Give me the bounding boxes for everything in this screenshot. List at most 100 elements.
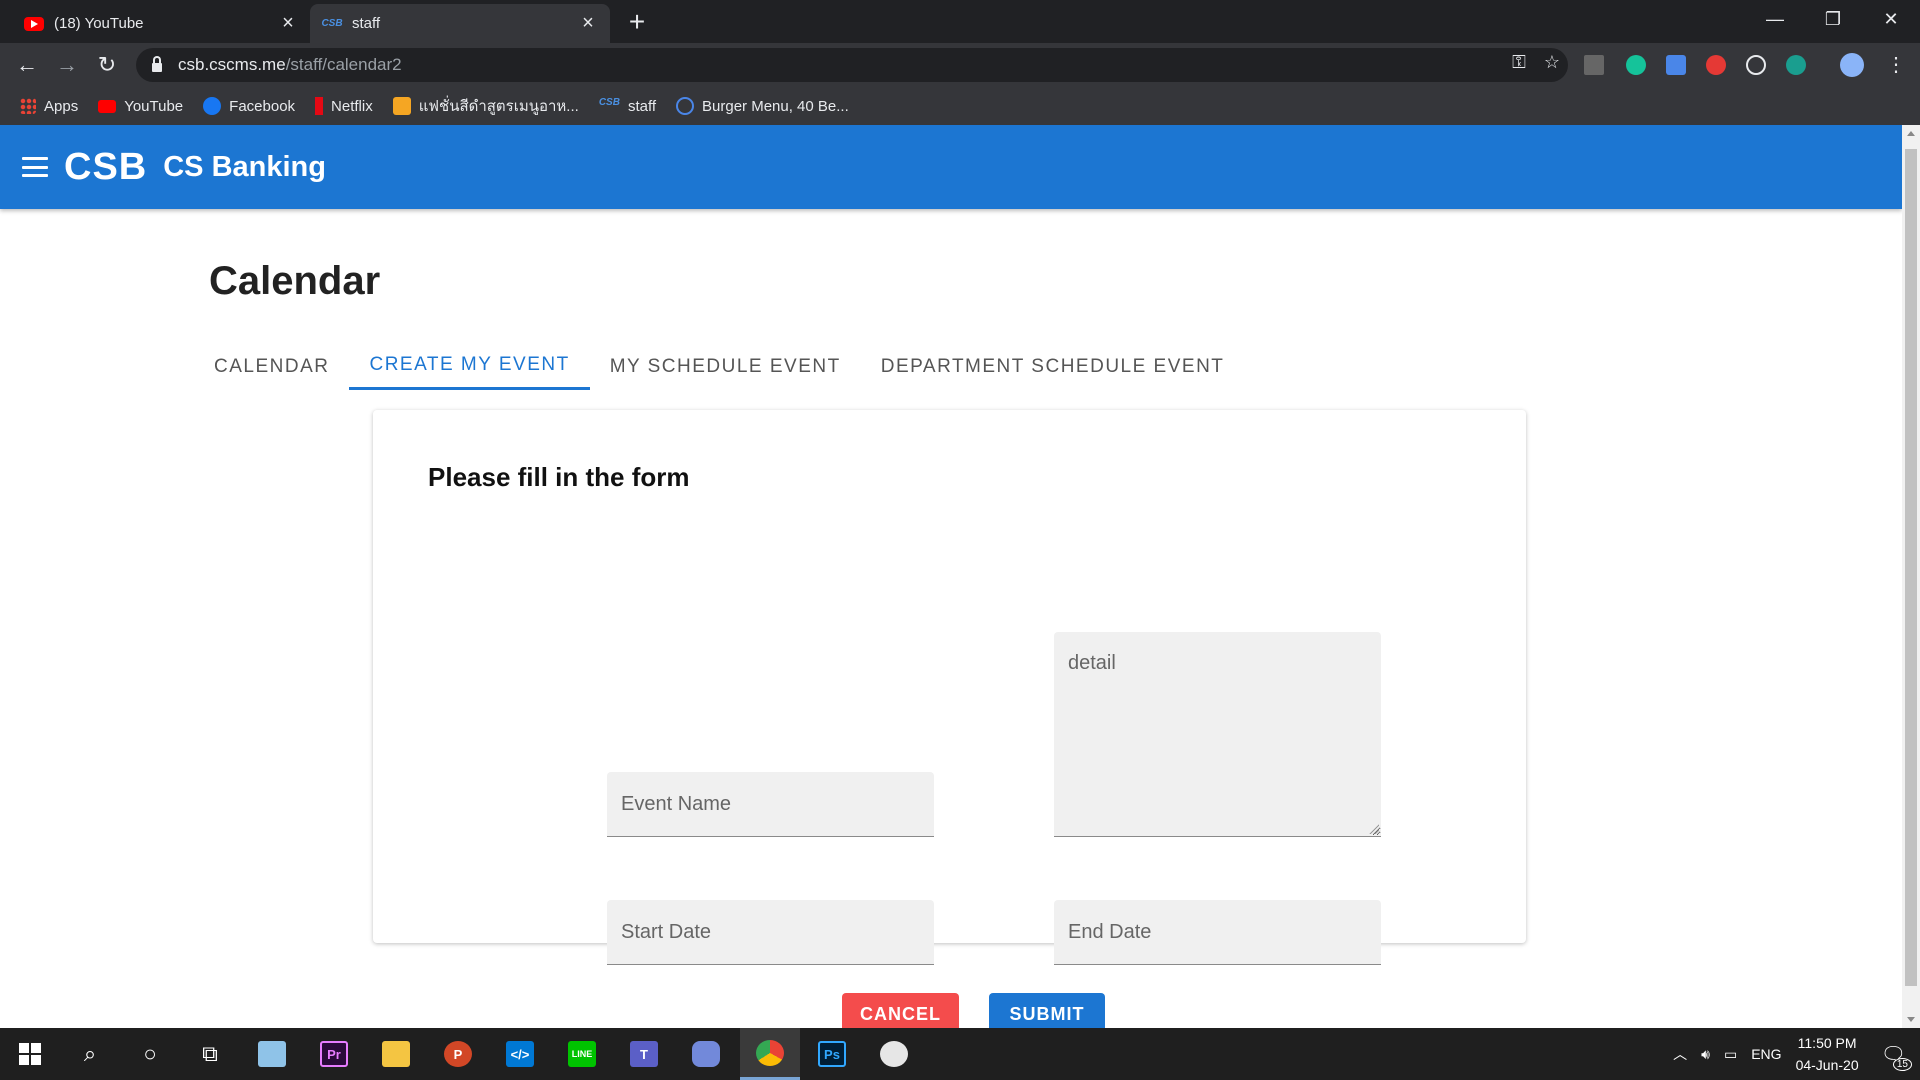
line-icon[interactable]: LINE <box>552 1028 612 1080</box>
grammarly-icon[interactable] <box>1626 55 1646 75</box>
bookmark-label: YouTube <box>124 97 184 115</box>
notepad-icon[interactable] <box>242 1028 302 1080</box>
bookmark-thai-recipe[interactable]: แฟชั่นสีดำสูตรเมนูอาห... <box>392 94 579 118</box>
csb-icon: CSB <box>598 97 620 108</box>
detail-textarea[interactable] <box>1054 632 1381 836</box>
photoshop-icon[interactable]: Ps <box>802 1028 862 1080</box>
tab-title: staff <box>352 15 381 32</box>
bookmark-p-icon <box>392 97 411 115</box>
volume-icon[interactable]: 🔊︎ <box>1701 1046 1710 1063</box>
windows-taskbar: ⌕ ○ ⧉ Pr P </> LINE T Ps ︿ 🔊︎ ▭ ENG 11:5… <box>0 1028 1920 1080</box>
tab-create-my-event[interactable]: CREATE MY EVENT <box>349 343 590 390</box>
detail-field <box>1054 632 1381 837</box>
browser-tab-staff[interactable]: CSB staff × <box>310 4 610 43</box>
premiere-icon[interactable]: Pr <box>304 1028 364 1080</box>
gear-icon <box>676 97 695 115</box>
url-host: csb.cscms.me <box>178 55 286 74</box>
bookmark-apps[interactable]: Apps <box>20 98 78 115</box>
csb-icon: CSB <box>321 18 343 29</box>
battery-icon[interactable]: ▭ <box>1724 1046 1737 1063</box>
file-explorer-icon[interactable] <box>366 1028 426 1080</box>
back-button[interactable]: ← <box>12 50 42 80</box>
clock[interactable]: 11:50 PM 04-Jun-20 <box>1796 1032 1859 1076</box>
chrome-icon[interactable] <box>740 1028 800 1080</box>
brand-name: CS Banking <box>163 150 326 183</box>
powerpoint-icon[interactable]: P <box>428 1028 488 1080</box>
discord-icon[interactable] <box>676 1028 736 1080</box>
browser-tab-youtube[interactable]: (18) YouTube × <box>12 4 310 43</box>
tab-calendar[interactable]: CALENDAR <box>194 343 349 390</box>
task-view-icon[interactable]: ⧉ <box>180 1028 240 1080</box>
start-date-input[interactable] <box>607 900 934 964</box>
forward-button[interactable]: → <box>52 50 82 80</box>
app-bar: CSB CS Banking <box>0 125 1902 209</box>
close-window-button[interactable]: ✕ <box>1862 0 1920 38</box>
bookmark-label: แฟชั่นสีดำสูตรเมนูอาห... <box>418 98 579 115</box>
chrome-menu-icon[interactable]: ⋮ <box>1886 52 1906 77</box>
vscode-icon[interactable]: </> <box>490 1028 550 1080</box>
paint-icon[interactable] <box>864 1028 924 1080</box>
event-name-input[interactable] <box>607 772 934 836</box>
profile-avatar-icon[interactable] <box>1840 53 1864 77</box>
reload-button[interactable]: ↻ <box>92 50 122 80</box>
close-tab-icon[interactable]: × <box>278 12 298 35</box>
event-name-field <box>607 772 934 837</box>
tab-title: (18) YouTube <box>54 15 144 32</box>
facebook-icon <box>203 97 222 115</box>
start-date-field <box>607 900 934 965</box>
netflix-icon <box>315 97 324 115</box>
bookmark-label: Netflix <box>331 97 373 115</box>
new-tab-button[interactable]: + <box>622 6 652 38</box>
system-tray: ︿ 🔊︎ ▭ ENG 11:50 PM 04-Jun-20 🗨︎ 15 <box>1673 1028 1920 1080</box>
teams-icon[interactable]: T <box>614 1028 674 1080</box>
notification-center-icon[interactable]: 🗨︎ 15 <box>1881 1042 1912 1071</box>
bookmark-facebook[interactable]: Facebook <box>203 97 295 115</box>
scroll-up-icon[interactable] <box>1907 131 1915 136</box>
bookmark-label: Burger Menu, 40 Be... <box>702 97 849 115</box>
clock-time: 11:50 PM <box>1797 1035 1857 1051</box>
submit-button[interactable]: SUBMIT <box>989 993 1105 1028</box>
bookmarks-bar: Apps YouTube Facebook Netflix แฟชั่นสีดำ… <box>0 87 1920 125</box>
page-scrollbar[interactable] <box>1902 125 1920 1028</box>
bookmark-youtube[interactable]: YouTube <box>98 98 183 115</box>
cortana-icon[interactable]: ○ <box>120 1028 180 1080</box>
youtube-icon <box>24 14 44 34</box>
end-date-field <box>1054 900 1381 965</box>
address-bar[interactable]: csb.cscms.me/staff/calendar2 ⚿ ☆ <box>136 48 1568 82</box>
cancel-button[interactable]: CANCEL <box>842 993 959 1028</box>
chevron-up-icon[interactable]: ︿ <box>1673 1044 1687 1064</box>
key-icon[interactable]: ⚿ <box>1512 52 1526 73</box>
bookmark-staff[interactable]: CSB staff <box>599 97 656 115</box>
minimize-button[interactable]: — <box>1746 0 1804 38</box>
scroll-thumb[interactable] <box>1905 149 1917 986</box>
end-date-input[interactable] <box>1054 900 1381 964</box>
restore-button[interactable]: ❐ <box>1804 0 1862 38</box>
url-path: /staff/calendar2 <box>285 55 402 74</box>
react-devtools-icon[interactable] <box>1746 55 1766 75</box>
bookmark-star-icon[interactable]: ☆ <box>1544 52 1560 73</box>
bookmark-burger-menu[interactable]: Burger Menu, 40 Be... <box>676 97 849 115</box>
lock-icon <box>152 55 162 72</box>
brand-logo: CSB <box>64 145 148 188</box>
window-controls: — ❐ ✕ <box>1746 0 1920 38</box>
windows-start-icon[interactable] <box>0 1028 60 1080</box>
close-tab-icon[interactable]: × <box>578 12 598 35</box>
translate-icon[interactable] <box>1666 55 1686 75</box>
event-form-card: Please fill in the form <box>373 410 1526 965</box>
language-indicator[interactable]: ENG <box>1751 1046 1781 1062</box>
browser-tab-strip: (18) YouTube × CSB staff × + — ❐ ✕ <box>0 0 1920 43</box>
bookmark-netflix[interactable]: Netflix <box>315 97 373 115</box>
search-icon[interactable]: ⌕ <box>60 1028 120 1080</box>
bookmark-label: Facebook <box>229 97 296 115</box>
extension-hand-icon[interactable] <box>1706 55 1726 75</box>
extension-c-icon[interactable] <box>1786 55 1806 75</box>
page-viewport: CSB CS Banking Calendar CALENDAR CREATE … <box>0 125 1902 1028</box>
youtube-icon <box>98 99 117 113</box>
page-title: Calendar <box>209 259 381 303</box>
extension-n-icon[interactable] <box>1584 55 1604 75</box>
tab-my-schedule-event[interactable]: MY SCHEDULE EVENT <box>590 343 861 390</box>
tab-department-schedule-event[interactable]: DEPARTMENT SCHEDULE EVENT <box>861 343 1245 390</box>
scroll-down-icon[interactable] <box>1907 1017 1915 1022</box>
notification-count-badge: 15 <box>1892 1057 1912 1071</box>
hamburger-menu-icon[interactable] <box>22 157 48 177</box>
